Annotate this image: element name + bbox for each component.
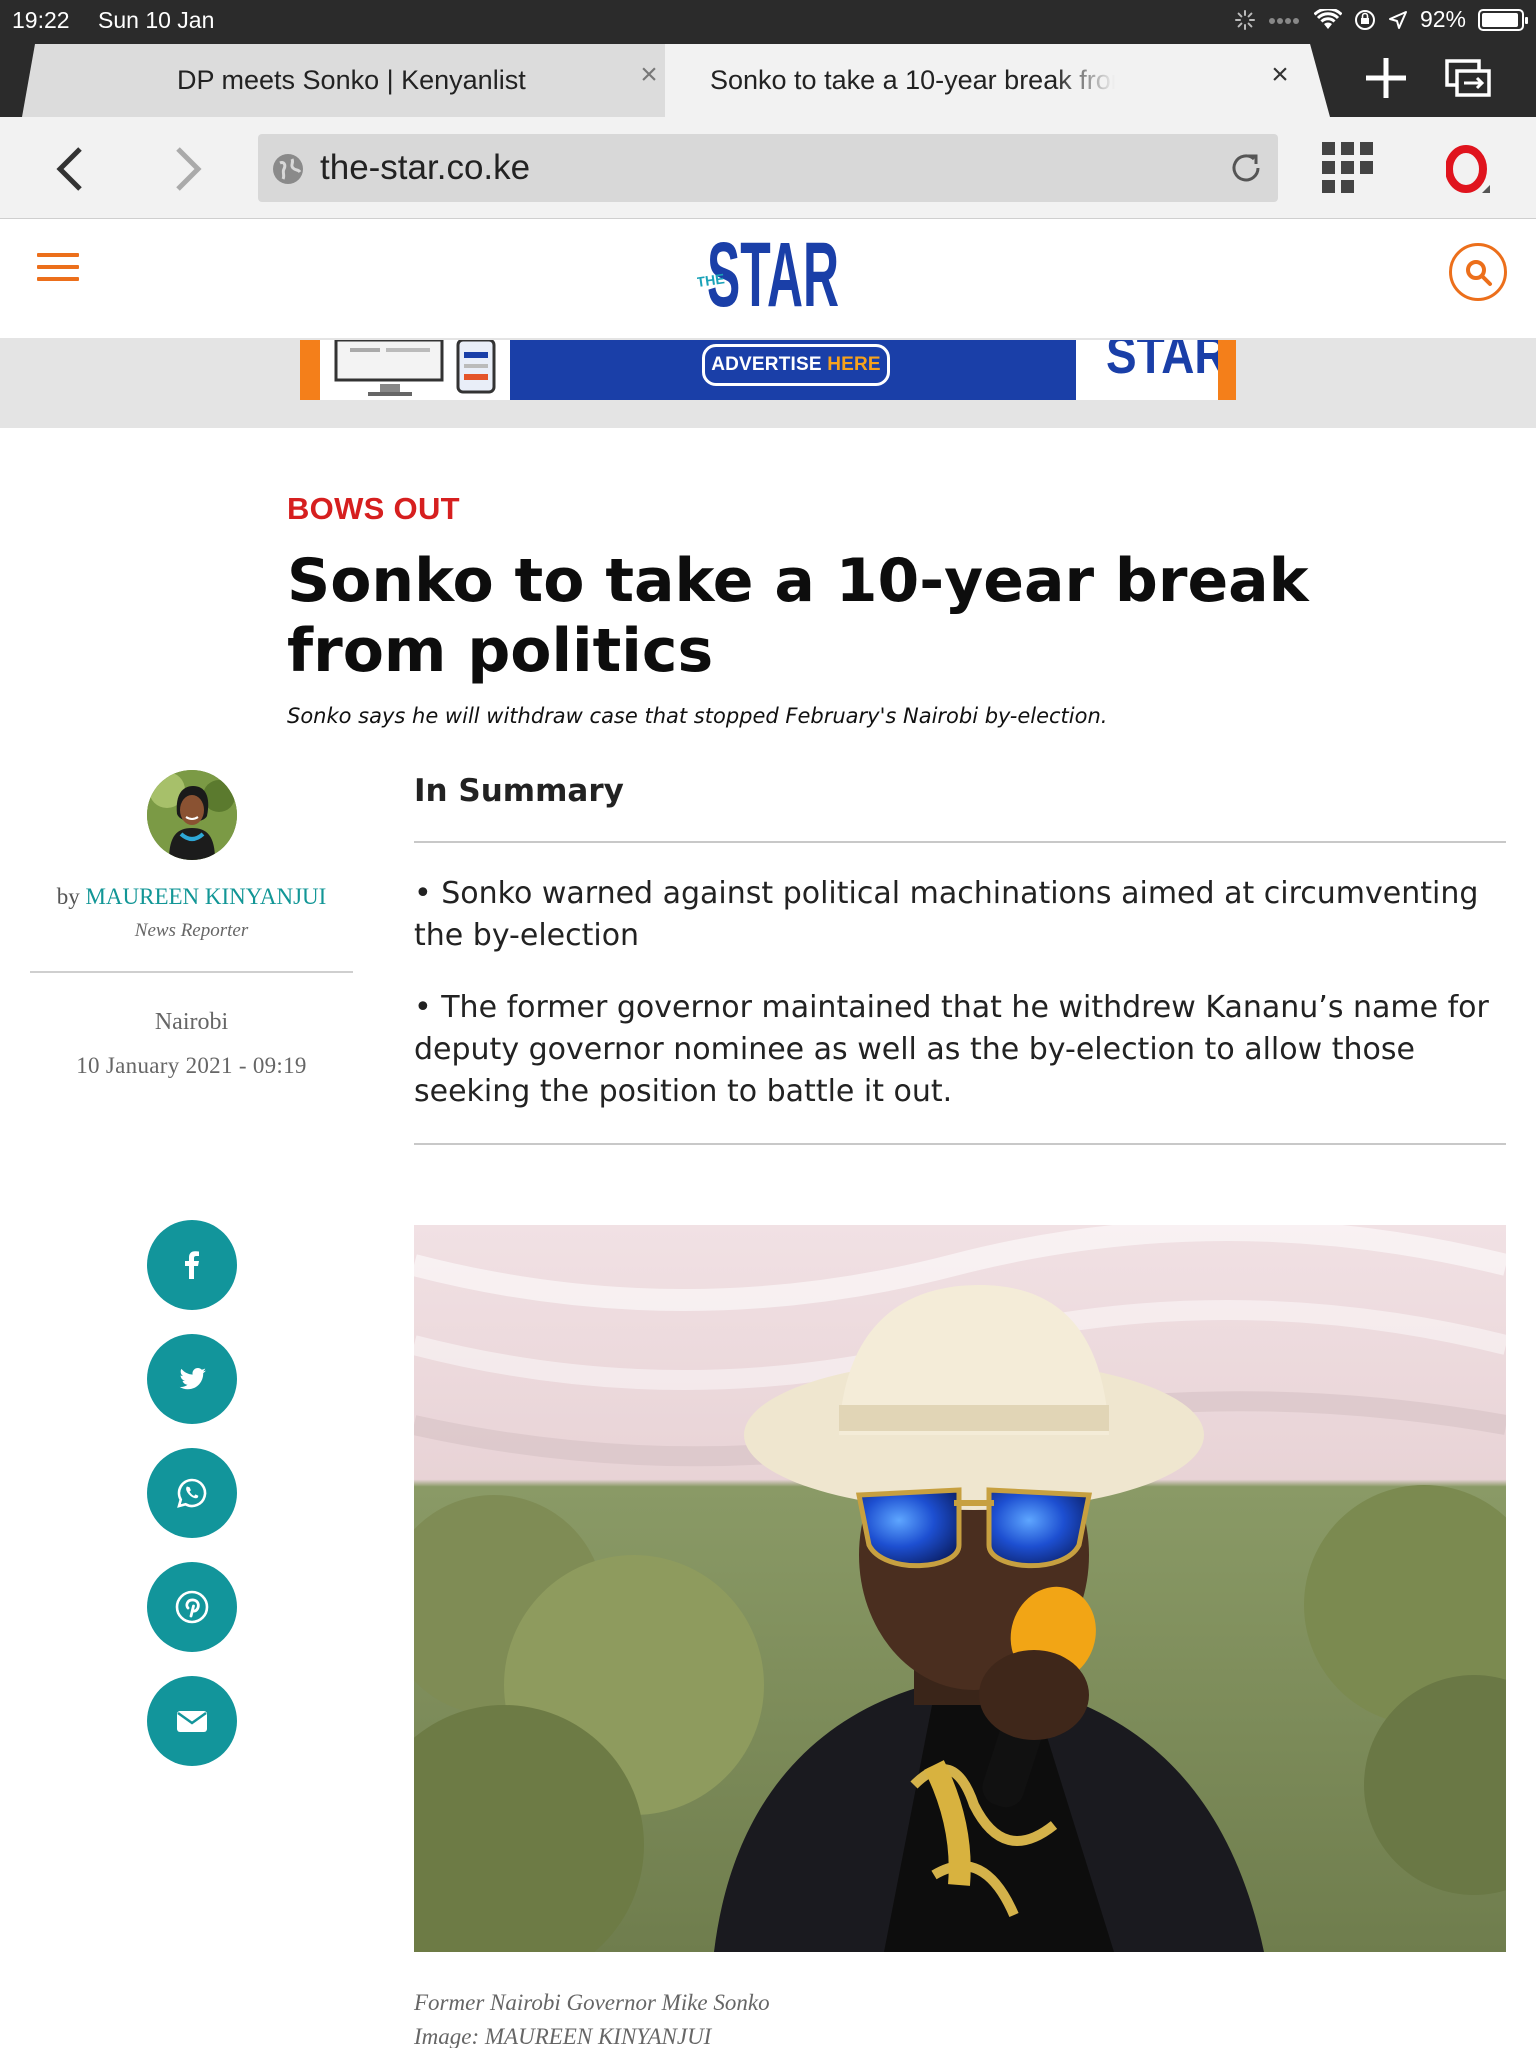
globe-icon	[273, 154, 303, 184]
status-icons: 92%	[1234, 6, 1528, 33]
back-icon[interactable]	[50, 145, 90, 193]
tab-title: DP meets Sonko | Kenyanlist	[177, 65, 526, 95]
browser-tab[interactable]: DP meets Sonko | Kenyanlist ×	[22, 44, 672, 117]
author-name-link[interactable]: MAUREEN KINYANJUI	[85, 884, 326, 909]
caption-text: Former Nairobi Governor Mike Sonko	[414, 1990, 770, 2015]
author-byline: by MAUREEN KINYANJUI	[56, 884, 327, 909]
share-twitter-button[interactable]	[147, 1334, 237, 1424]
browser-tab-active[interactable]: Sonko to take a 10-year break from polit…	[665, 44, 1330, 117]
article-hero-image[interactable]	[414, 1225, 1506, 1952]
whatsapp-icon	[177, 1478, 207, 1508]
ad-strip: ADVERTISE HERE STAR	[0, 338, 1536, 428]
caption-credit: Image: MAUREEN KINYANJUI	[414, 2024, 712, 2048]
search-button[interactable]	[1449, 243, 1507, 301]
article-location: Nairobi	[154, 1009, 229, 1035]
share-email-button[interactable]	[147, 1676, 237, 1766]
pinterest-icon	[175, 1590, 209, 1624]
battery-icon	[1478, 8, 1528, 31]
share-pinterest-button[interactable]	[147, 1562, 237, 1652]
summary-bullet: • The former governor maintained that he…	[414, 990, 1489, 1109]
divider	[414, 1143, 1506, 1145]
status-bar: 19:22 Sun 10 Jan 92%	[0, 0, 1536, 40]
twitter-icon	[179, 1368, 206, 1390]
tabs-overview-icon[interactable]	[1444, 58, 1492, 102]
new-tab-icon[interactable]	[1362, 54, 1410, 102]
advertise-here-label: ADVERTISE HERE	[702, 344, 890, 386]
navigation-bar: the-star.co.ke	[0, 117, 1536, 219]
battery-percent: 92%	[1419, 6, 1466, 32]
status-date: Sun 10 Jan	[98, 7, 215, 33]
image-caption: Former Nairobi Governor Mike Sonko Image…	[414, 1986, 770, 2048]
wifi-icon	[1313, 8, 1342, 29]
tab-close-icon[interactable]: ×	[1265, 60, 1295, 90]
speed-dial-icon[interactable]	[1322, 142, 1374, 194]
url-text: the-star.co.ke	[320, 148, 531, 187]
forward-icon[interactable]	[168, 145, 208, 193]
divider	[414, 841, 1506, 843]
share-whatsapp-button[interactable]	[147, 1448, 237, 1538]
loading-icon	[1234, 9, 1255, 30]
ad-devices-image	[320, 340, 510, 400]
location-icon	[1388, 10, 1407, 29]
author-avatar[interactable]	[147, 770, 237, 860]
article-datetime: 10 January 2021 - 09:19	[76, 1053, 307, 1078]
divider	[30, 971, 353, 973]
share-facebook-button[interactable]	[147, 1220, 237, 1310]
tab-title: Sonko to take a 10-year break from polit…	[710, 65, 1115, 95]
advertise-banner[interactable]: ADVERTISE HERE STAR	[300, 340, 1236, 400]
summary-bullet: • Sonko warned against political machina…	[414, 876, 1479, 953]
facebook-icon	[185, 1251, 199, 1279]
email-icon	[177, 1711, 207, 1732]
reload-icon[interactable]	[1228, 150, 1264, 186]
logo-main: STAR	[707, 224, 839, 310]
rotation-lock-icon	[1354, 9, 1375, 30]
ad-logo-fragment: STAR	[1106, 340, 1228, 385]
signal-dots-icon	[1268, 17, 1299, 24]
site-header: STAR THE	[0, 220, 1536, 338]
address-bar[interactable]: the-star.co.ke	[258, 134, 1278, 202]
article-subhead: Sonko says he will withdraw case that st…	[287, 704, 1108, 728]
opera-menu-icon[interactable]	[1446, 145, 1492, 195]
hamburger-menu-icon[interactable]	[37, 253, 79, 285]
article-headline: Sonko to take a 10-year break from polit…	[287, 546, 1309, 686]
tab-close-icon[interactable]: ×	[634, 60, 664, 90]
tab-bar: DP meets Sonko | Kenyanlist × Sonko to t…	[0, 40, 1536, 117]
search-icon	[1466, 260, 1492, 286]
author-role: News Reporter	[134, 920, 249, 941]
status-time: 19:22	[12, 7, 70, 33]
the-star-logo[interactable]: STAR THE	[697, 224, 839, 310]
article-kicker: BOWS OUT	[287, 491, 460, 526]
summary-heading: In Summary	[414, 773, 624, 809]
